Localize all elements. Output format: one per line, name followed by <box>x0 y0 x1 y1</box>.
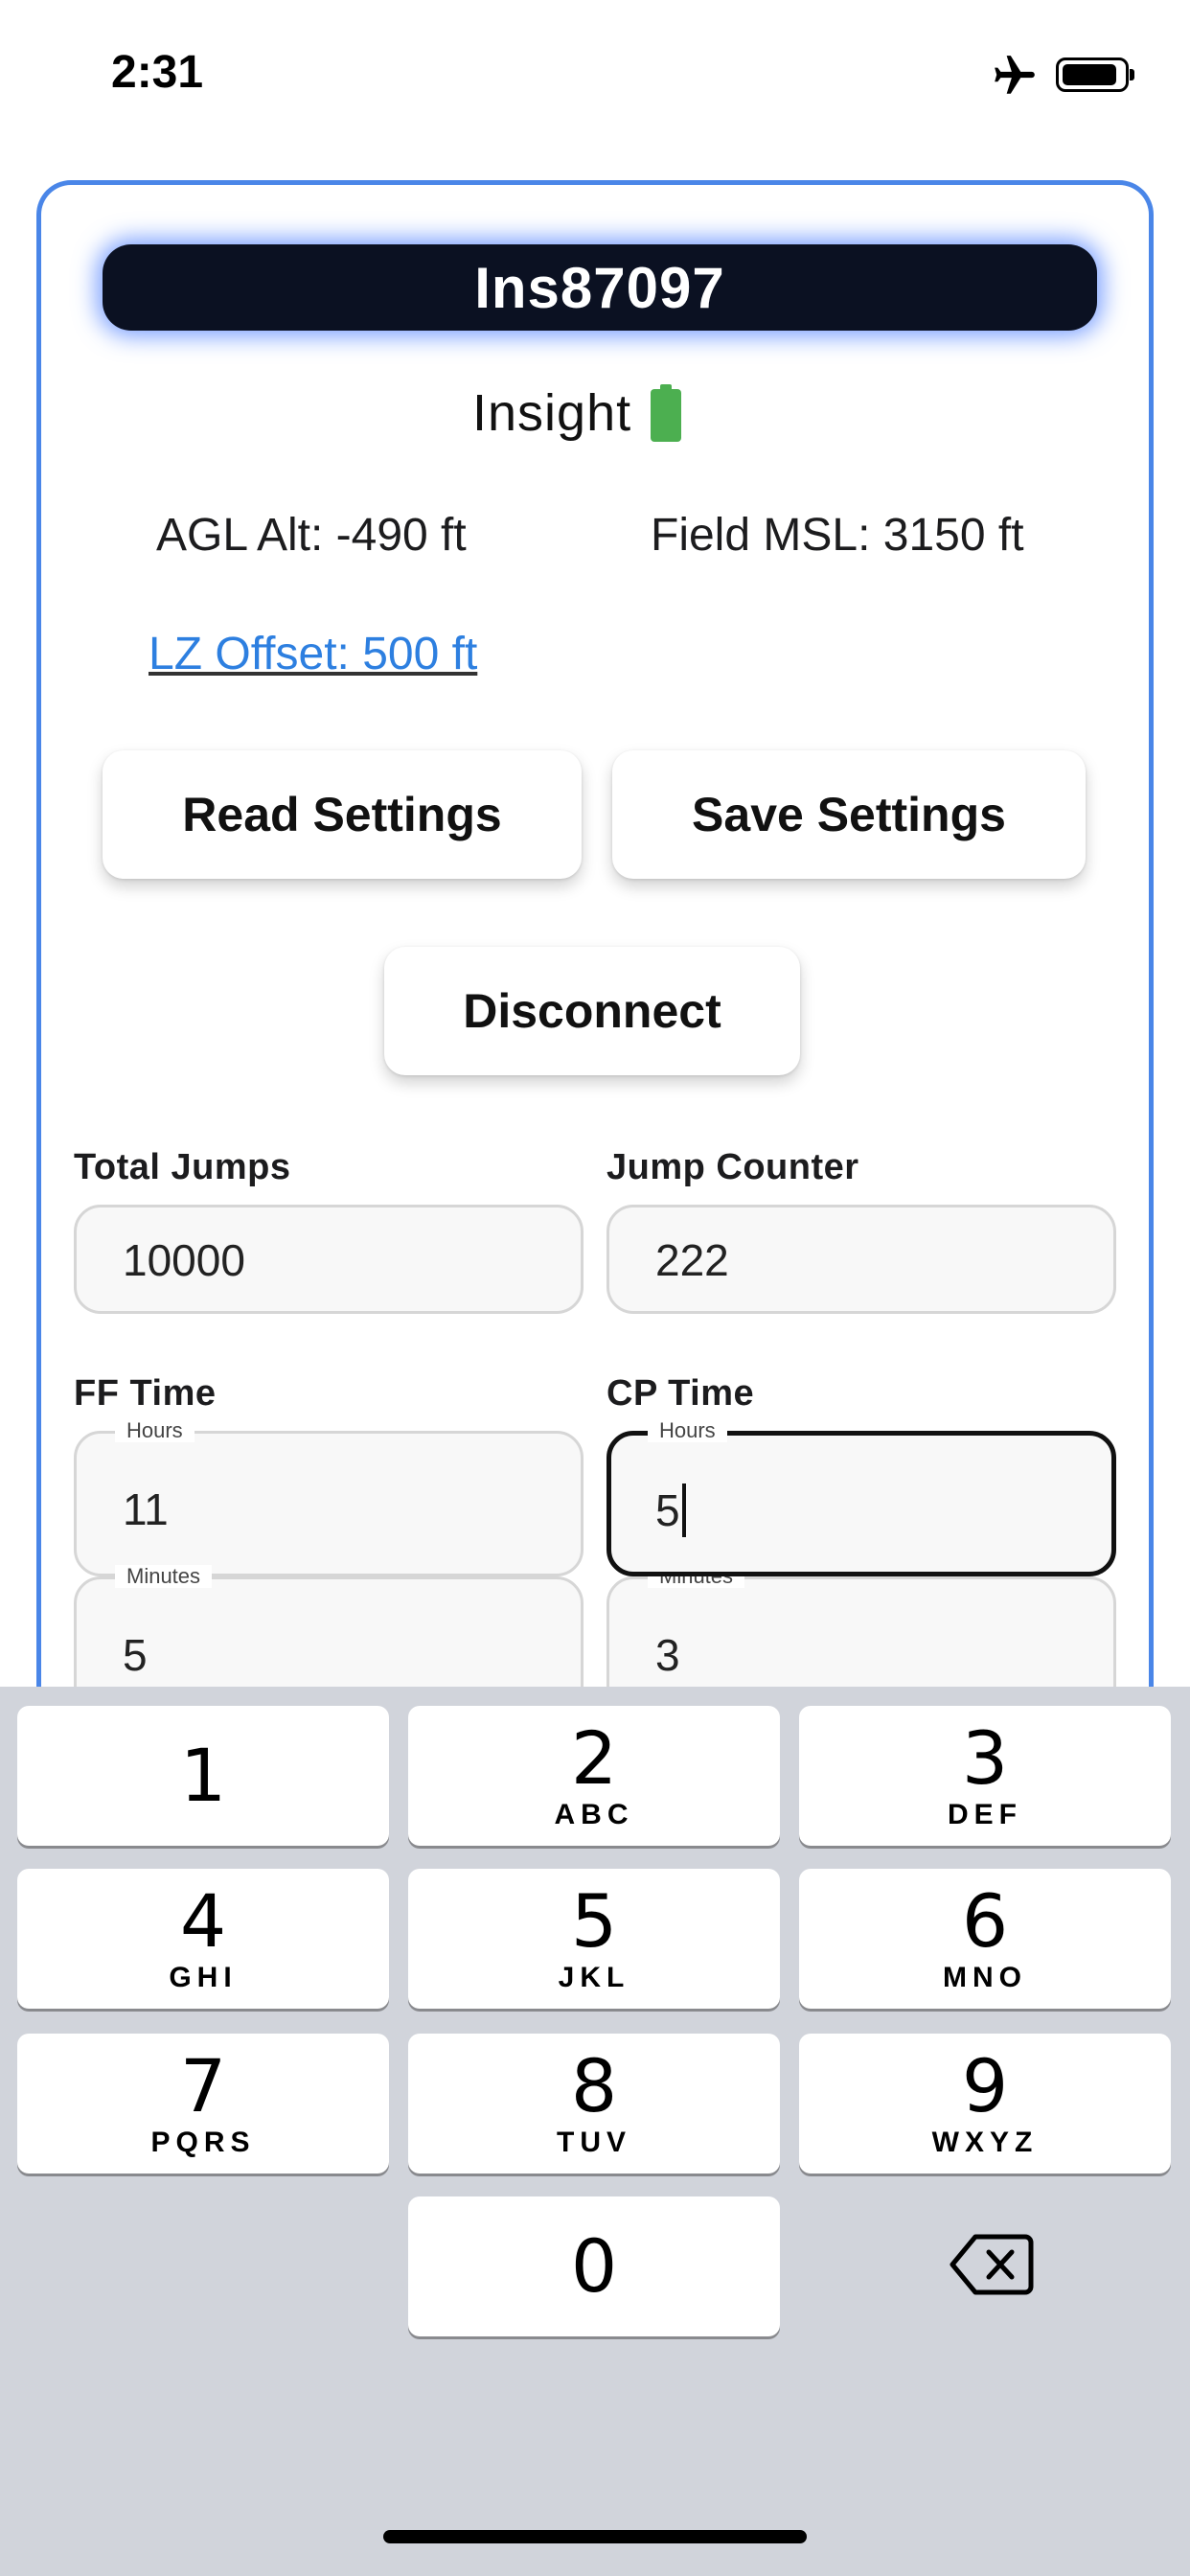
key-letters: MNO <box>943 1962 1027 1993</box>
key-digit: 7 <box>179 2043 227 2128</box>
disconnect-button[interactable]: Disconnect <box>384 947 800 1075</box>
key-digit: 0 <box>570 2223 618 2309</box>
key-letters: WXYZ <box>931 2127 1039 2158</box>
airplane-icon <box>995 56 1035 94</box>
battery-icon <box>1056 58 1134 92</box>
key-digit: 8 <box>570 2043 618 2128</box>
lz-offset-link[interactable]: LZ Offset: 500 ft <box>149 628 477 680</box>
key-2[interactable]: 2 ABC <box>408 1706 780 1846</box>
total-jumps-label: Total Jumps <box>74 1147 291 1187</box>
home-indicator[interactable] <box>383 2530 807 2543</box>
text-cursor <box>681 1484 686 1537</box>
device-card: Ins87097 Insight AGL Alt: -490 ft Field … <box>36 180 1154 1809</box>
key-letters: GHI <box>169 1962 238 1993</box>
brand-name: Insight <box>472 384 632 442</box>
key-8[interactable]: 8 TUV <box>408 2034 780 2174</box>
key-letters: ABC <box>554 1799 634 1830</box>
jump-counter-value: 222 <box>655 1235 729 1285</box>
ff-minutes-label: Minutes <box>115 1565 213 1588</box>
ff-hours-value: 11 <box>123 1484 169 1534</box>
save-settings-button[interactable]: Save Settings <box>612 750 1086 879</box>
cp-minutes-value: 3 <box>655 1630 680 1680</box>
key-digit: 1 <box>179 1733 227 1818</box>
key-9[interactable]: 9 WXYZ <box>799 2034 1171 2174</box>
key-digit: 9 <box>961 2043 1009 2128</box>
ff-time-label: FF Time <box>74 1373 217 1414</box>
cp-hours-input[interactable]: 5 <box>655 1484 686 1537</box>
key-letters: PQRS <box>150 2127 256 2158</box>
key-digit: 6 <box>961 1878 1009 1964</box>
key-0[interactable]: 0 <box>408 2196 780 2336</box>
cp-hours-field[interactable]: Hours 5 <box>606 1419 1116 1576</box>
read-settings-button[interactable]: Read Settings <box>103 750 582 879</box>
cp-hours-value: 5 <box>655 1485 680 1535</box>
key-5[interactable]: 5 JKL <box>408 1869 780 2009</box>
key-7[interactable]: 7 PQRS <box>17 2034 389 2174</box>
cp-time-label: CP Time <box>606 1373 755 1414</box>
key-digit: 4 <box>179 1878 227 1964</box>
numeric-keyboard: 1 2 ABC 3 DEF 4 GHI 5 JKL 6 MNO 7 PQRS 8 TUV 9W… <box>0 1687 1190 2576</box>
key-letters: JKL <box>558 1962 630 1993</box>
key-3[interactable]: 3 DEF <box>799 1706 1171 1846</box>
key-digit: 2 <box>570 1715 618 1801</box>
jump-counter-field[interactable]: 222 <box>606 1205 1116 1314</box>
key-letters: TUV <box>557 2127 631 2158</box>
key-digit: 5 <box>570 1878 618 1964</box>
jump-counter-label: Jump Counter <box>606 1147 859 1187</box>
field-msl: Field MSL: 3150 ft <box>651 510 1024 561</box>
key-6[interactable]: 6 MNO <box>799 1869 1171 2009</box>
device-battery-icon <box>651 384 682 442</box>
key-letters: DEF <box>948 1799 1022 1830</box>
key-digit: 3 <box>961 1715 1009 1801</box>
agl-altitude: AGL Alt: -490 ft <box>156 510 467 561</box>
total-jumps-value: 10000 <box>123 1235 245 1285</box>
status-time: 2:31 <box>111 47 204 98</box>
ff-hours-field[interactable]: Hours 11 <box>74 1419 584 1576</box>
device-name: Ins87097 <box>103 244 1097 331</box>
key-4[interactable]: 4 GHI <box>17 1869 389 2009</box>
ff-hours-label: Hours <box>115 1419 195 1442</box>
backspace-icon[interactable] <box>949 2231 1035 2298</box>
total-jumps-field[interactable]: 10000 <box>74 1205 584 1314</box>
ff-minutes-value: 5 <box>123 1630 148 1680</box>
cp-hours-label: Hours <box>648 1419 727 1442</box>
key-1[interactable]: 1 <box>17 1706 389 1846</box>
brand-row: Insight <box>472 384 682 442</box>
